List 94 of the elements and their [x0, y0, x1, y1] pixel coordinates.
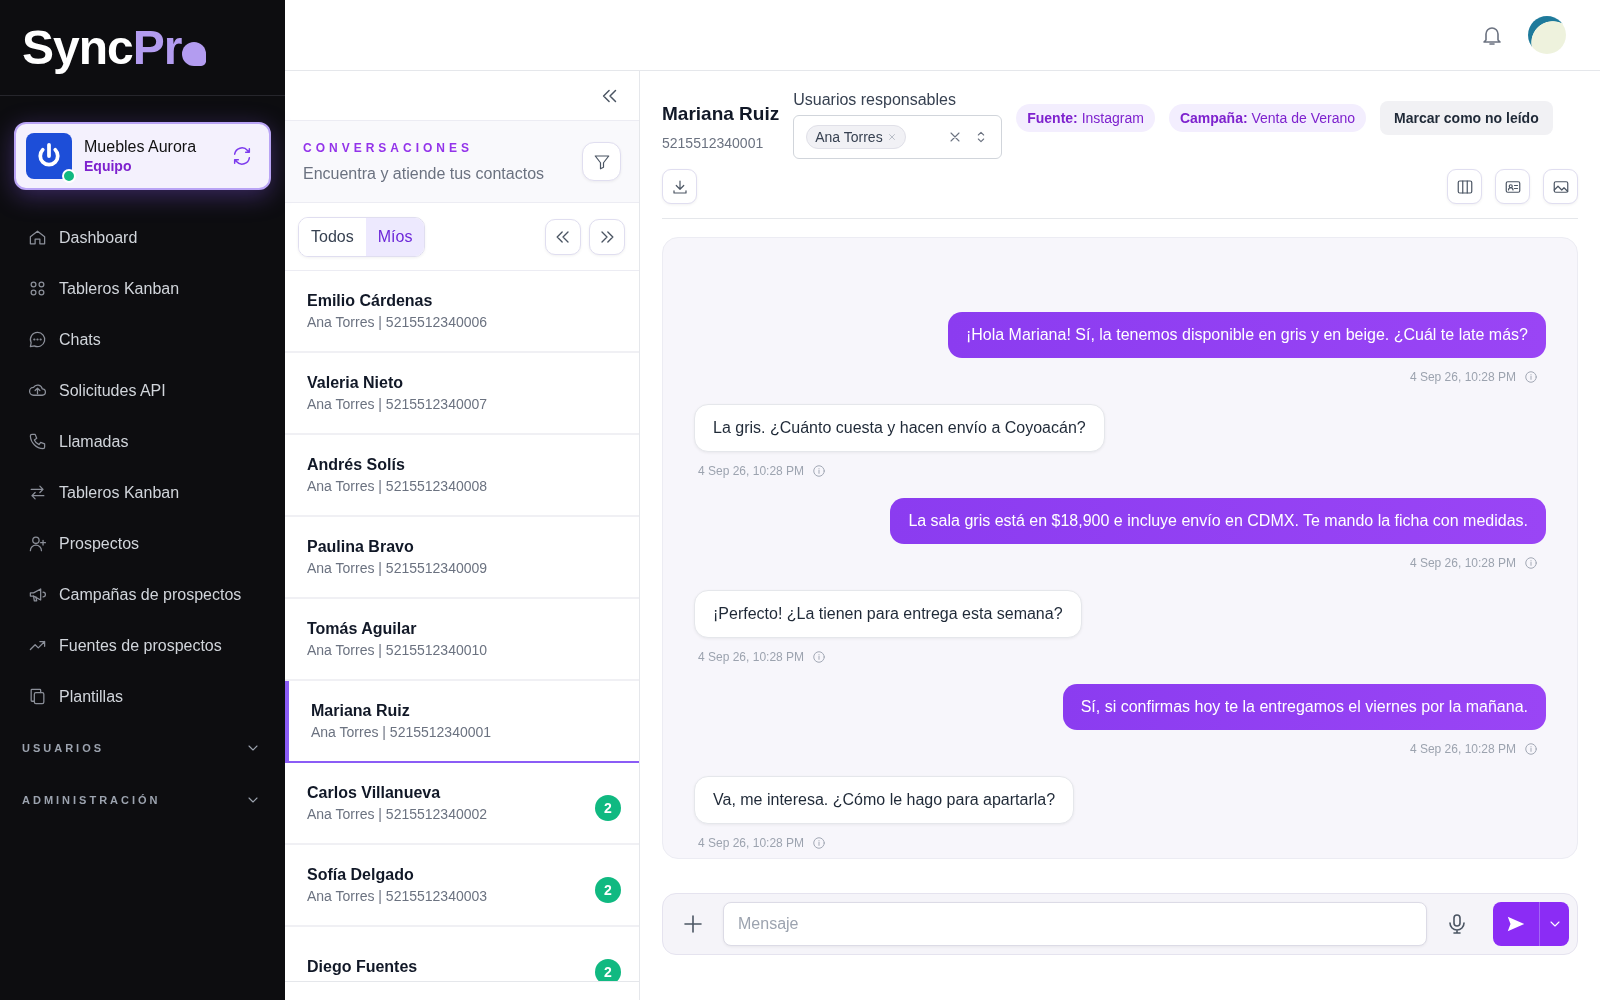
- documents-icon: [28, 687, 47, 706]
- mark-unread-button[interactable]: Marcar como no leído: [1380, 101, 1553, 135]
- message-time: 4 Sep 26, 10:28 PM: [698, 464, 805, 478]
- assignee-select[interactable]: Ana Torres: [793, 115, 1003, 159]
- filter-button[interactable]: [582, 142, 621, 181]
- filter-tab[interactable]: Míos: [365, 217, 425, 256]
- contact-detail: Ana Torres | 5215512340002: [307, 806, 488, 822]
- unread-badge: 2: [595, 959, 621, 981]
- nav-item[interactable]: Llamadas: [0, 416, 285, 467]
- unread-badge: 2: [595, 877, 621, 903]
- contact-detail: Ana Torres | 5215512340010: [307, 642, 488, 658]
- nav-item[interactable]: Plantillas: [0, 671, 285, 722]
- contact-card-button[interactable]: [1495, 169, 1530, 204]
- message-time: 4 Sep 26, 10:28 PM: [698, 650, 805, 664]
- workspace-card[interactable]: Muebles Aurora Equipo: [14, 122, 271, 190]
- switch-icon[interactable]: [231, 145, 253, 167]
- contact-name: Valeria Nieto: [307, 374, 405, 392]
- nav-item[interactable]: Chats: [0, 314, 285, 365]
- conversation-item[interactable]: Andrés Solís Ana Torres | 5215512340008: [285, 435, 639, 517]
- send-options-button[interactable]: [1539, 902, 1569, 946]
- next-button[interactable]: [589, 218, 625, 255]
- message-field[interactable]: Mensaje: [723, 902, 1427, 946]
- columns-button[interactable]: [1447, 169, 1482, 204]
- conversation-item[interactable]: Emilio Cárdenas Ana Torres | 5215512340006: [285, 271, 639, 353]
- contact-phone: 5215512340001: [662, 135, 765, 151]
- send-button[interactable]: [1493, 902, 1539, 946]
- phone-icon: [28, 432, 47, 451]
- message-bubble: La gris. ¿Cuánto cuesta y hacen envío a Coyoacán?: [694, 404, 1105, 452]
- message-time: 4 Sep 26, 10:28 PM: [698, 836, 805, 850]
- nav-item[interactable]: Solicitudes API: [0, 365, 285, 416]
- section-header[interactable]: ADMINISTRACIÓN: [22, 794, 161, 806]
- image-button[interactable]: [1543, 169, 1578, 204]
- contact-name: Sofía Delgado: [307, 866, 415, 884]
- contact-detail: Ana Torres | 5215512340006: [307, 314, 488, 330]
- previous-button[interactable]: [545, 218, 581, 255]
- contact-name: Andrés Solís: [307, 456, 406, 474]
- message-bubble: La sala gris está en $18,900 e incluye envío en CDMX. Te mando la ficha con medidas.: [890, 498, 1546, 544]
- filter-icon: [592, 152, 611, 171]
- megaphone-icon: [28, 585, 47, 604]
- contact-name: Carlos Villanueva: [307, 784, 442, 802]
- user-plus-icon: [28, 534, 47, 553]
- conversation-item[interactable]: Tomás Aguilar Ana Torres | 5215512340010: [285, 599, 639, 681]
- nav-item[interactable]: Dashboard: [0, 212, 285, 263]
- logo: SyncPr: [22, 20, 207, 75]
- contact-name: Diego Fuentes: [307, 958, 418, 976]
- nav-item[interactable]: Fuentes de prospectos: [0, 620, 285, 671]
- message-bubble: ¡Perfecto! ¿La tienen para entrega esta semana?: [694, 590, 1082, 638]
- conversation-item[interactable]: Valeria Nieto Ana Torres | 5215512340007: [285, 353, 639, 435]
- conversation-item[interactable]: Mariana Ruiz Ana Torres | 5215512340001: [285, 681, 639, 763]
- columns-icon: [1455, 177, 1474, 196]
- filter-tab[interactable]: Todos: [299, 217, 366, 256]
- conversation-item[interactable]: Sofía Delgado Ana Torres | 5215512340003 2: [285, 845, 639, 927]
- workspace-logo-icon: [26, 133, 72, 179]
- tag: Fuente: Instagram: [1016, 104, 1155, 132]
- assignee-chip[interactable]: Ana Torres: [806, 125, 906, 149]
- nav-item[interactable]: Tableros Kanban: [0, 467, 285, 518]
- contact-name: Tomás Aguilar: [307, 620, 418, 638]
- contact-detail: Ana Torres | 5215512340007: [307, 396, 488, 412]
- workspace-role: Equipo: [84, 158, 133, 174]
- contact-detail: Ana Torres | 5215512340009: [307, 560, 488, 576]
- nav-item[interactable]: Tableros Kanban: [0, 263, 285, 314]
- house-icon: [28, 228, 47, 247]
- contact-name: Paulina Bravo: [307, 538, 415, 556]
- download-button[interactable]: [662, 169, 697, 204]
- message-time: 4 Sep 26, 10:28 PM: [1409, 556, 1516, 570]
- plus-icon: [681, 912, 705, 936]
- message-bubble: Va, me interesa. ¿Cómo le hago para apartarla?: [694, 776, 1075, 824]
- arrows-icon: [28, 483, 47, 502]
- section-header[interactable]: USUARIOS: [22, 742, 105, 754]
- section-subtitle: Encuentra y atiende tus contactos: [303, 164, 545, 183]
- chat-bubble-icon: [28, 330, 47, 349]
- unread-badge: 2: [595, 795, 621, 821]
- grid-icon: [28, 279, 47, 298]
- contact-name: Emilio Cárdenas: [307, 292, 434, 310]
- conversation-item[interactable]: Carlos Villanueva Ana Torres | 5215512340002 2: [285, 763, 639, 845]
- message-bubble: Sí, si confirmas hoy te la entregamos el viernes por la mañana.: [1062, 684, 1546, 730]
- contact-detail: Ana Torres | 5215512340001: [311, 724, 492, 740]
- section-title: CONVERSACIONES: [303, 140, 475, 155]
- logo-bubble-icon: [182, 41, 207, 66]
- contact-detail: Ana Torres | 5215512340003: [307, 888, 488, 904]
- message-time: 4 Sep 26, 10:28 PM: [1409, 370, 1516, 384]
- contact-name: Mariana Ruiz: [662, 103, 780, 125]
- conversation-item[interactable]: Diego Fuentes 2: [285, 927, 639, 981]
- workspace-name: Muebles Aurora: [84, 138, 198, 156]
- conversation-item[interactable]: Paulina Bravo Ana Torres | 5215512340009: [285, 517, 639, 599]
- message-time: 4 Sep 26, 10:28 PM: [1409, 742, 1516, 756]
- contact-name: Mariana Ruiz: [311, 702, 411, 720]
- nav-item[interactable]: Prospectos: [0, 518, 285, 569]
- avatar[interactable]: [1528, 16, 1566, 54]
- contact-detail: Ana Torres | 5215512340008: [307, 478, 488, 494]
- nav-item[interactable]: Campañas de prospectos: [0, 569, 285, 620]
- message-bubble: ¡Hola Mariana! Sí, la tenemos disponible en gris y en beige. ¿Cuál te late más?: [947, 312, 1546, 358]
- tag: Campaña: Venta de Verano: [1168, 104, 1367, 132]
- field-label: Usuarios responsables: [793, 91, 957, 109]
